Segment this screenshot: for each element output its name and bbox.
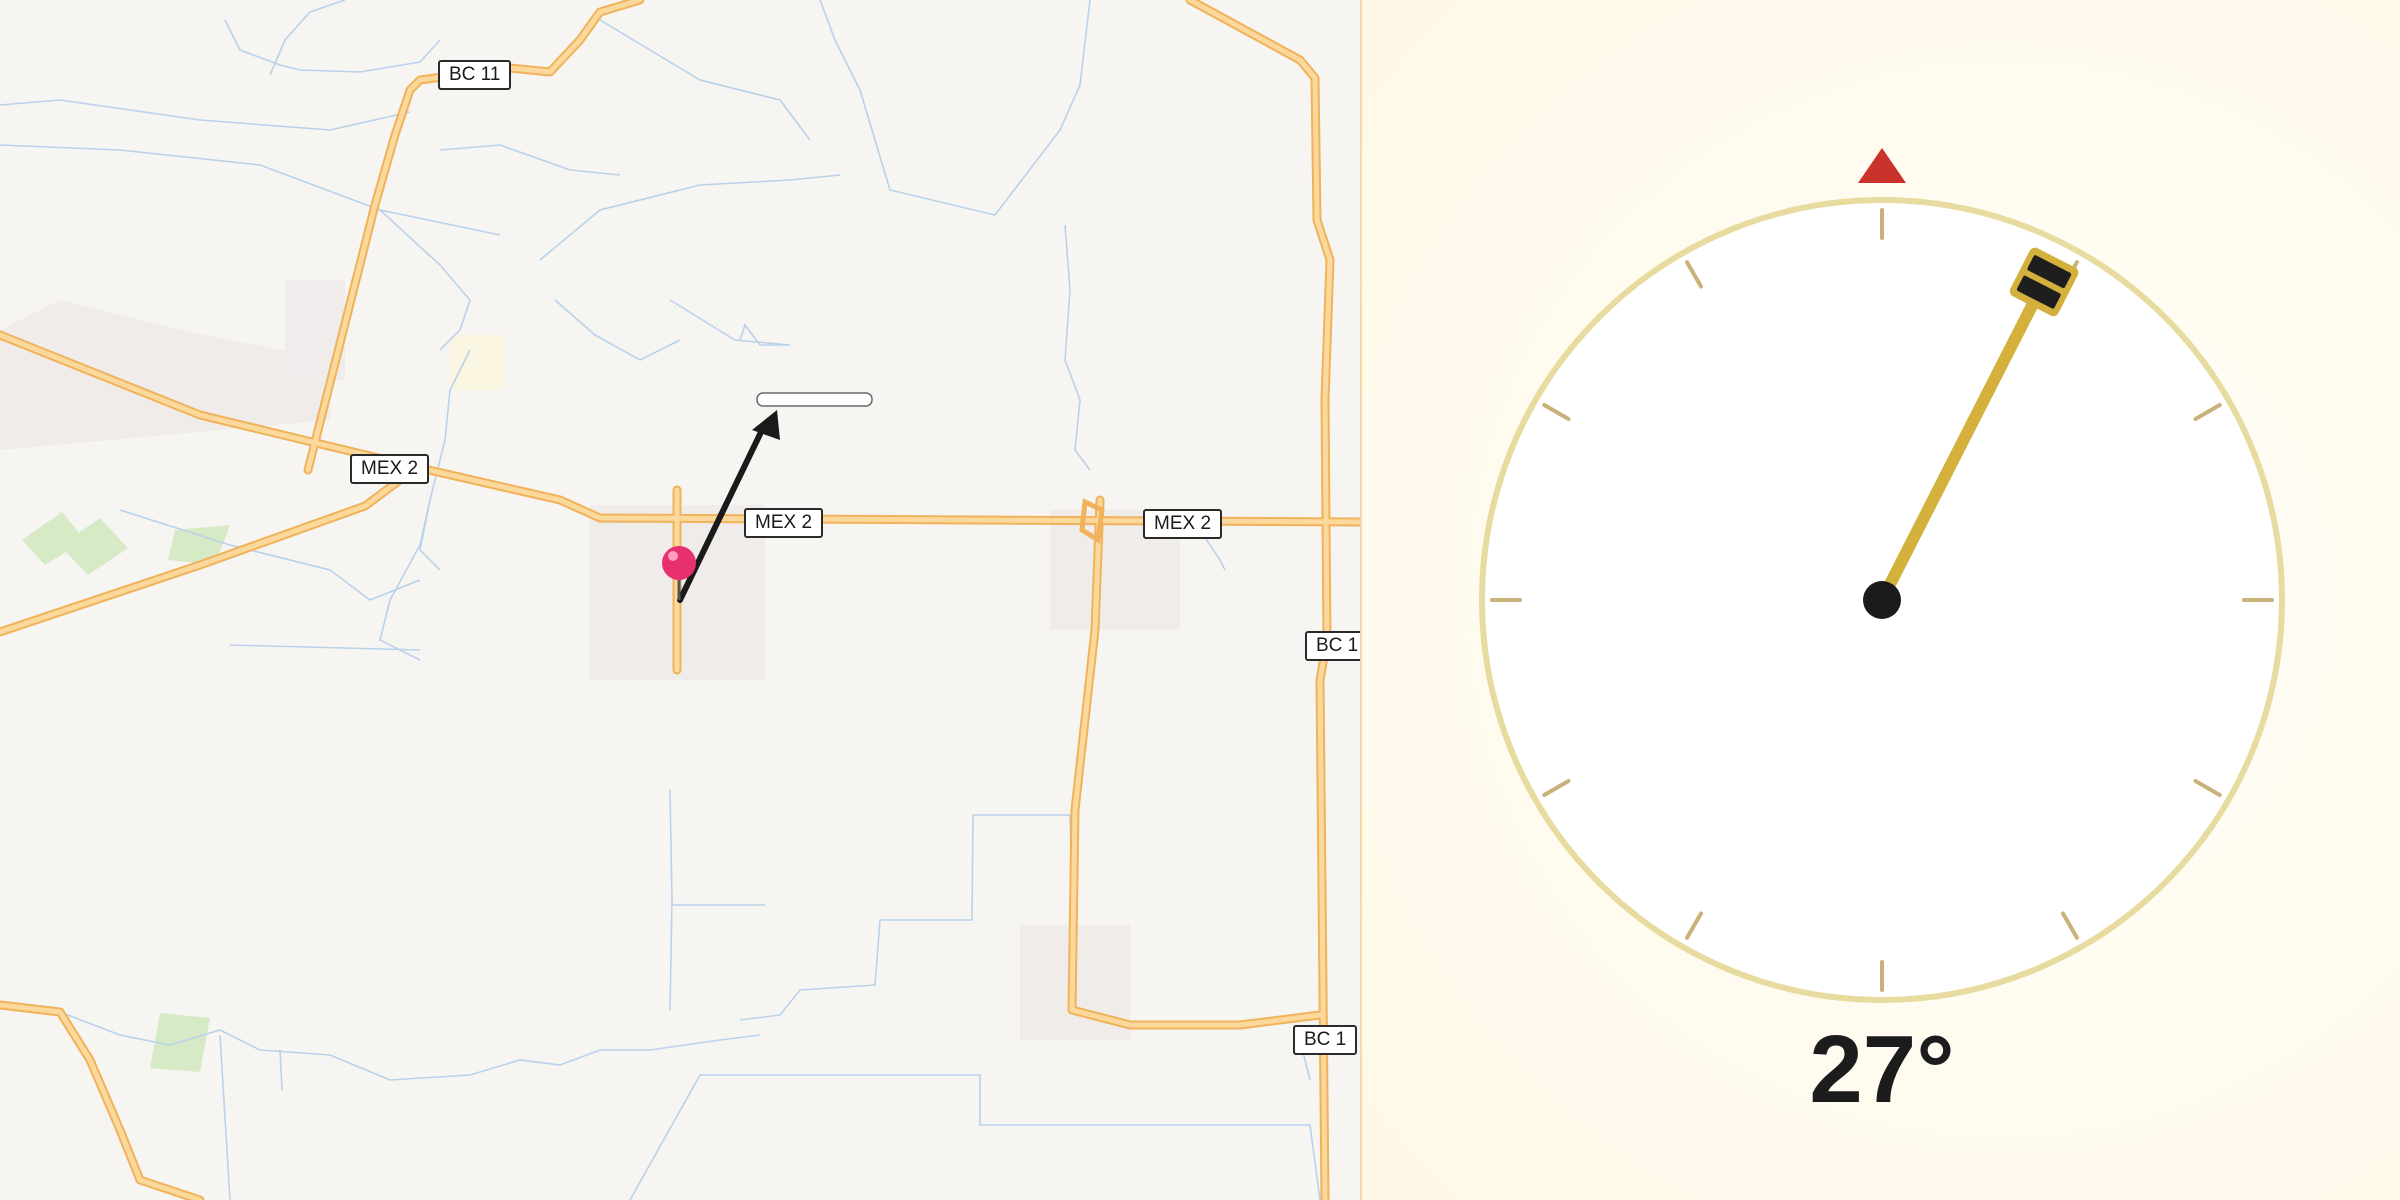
- north-triangle-icon: [1858, 148, 1906, 183]
- compass-center: [1863, 581, 1901, 619]
- heading-readout: 27°: [1809, 1016, 1955, 1123]
- compass-dial[interactable]: [0, 0, 2400, 1200]
